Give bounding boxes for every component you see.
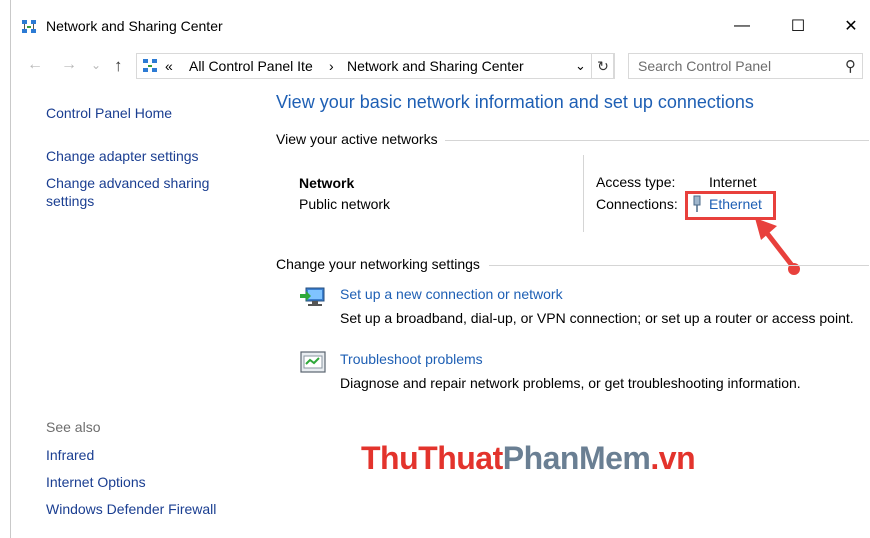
forward-arrow-icon[interactable]: → bbox=[61, 56, 77, 74]
breadcrumb-all-control-panel[interactable]: All Control Panel Ite bbox=[189, 58, 313, 74]
up-arrow-icon[interactable]: ↑ bbox=[114, 56, 123, 76]
internet-options-link[interactable]: Internet Options bbox=[46, 474, 146, 490]
see-also-heading: See also bbox=[46, 419, 101, 435]
network-type[interactable]: Public network bbox=[299, 196, 390, 212]
address-dropdown-icon[interactable]: ⌄ bbox=[575, 58, 586, 74]
control-panel-home-link[interactable]: Control Panel Home bbox=[46, 105, 172, 121]
search-box[interactable]: Search Control Panel ⚲ bbox=[628, 53, 863, 79]
watermark-part-1: ThuThuat bbox=[361, 440, 503, 476]
annotation-arrow-icon bbox=[755, 218, 800, 275]
close-button[interactable]: ✕ bbox=[831, 10, 870, 42]
close-icon: ✕ bbox=[844, 18, 858, 35]
navigation-bar: ← → ⌄ ↑ « All Control Panel Ite › Networ… bbox=[11, 50, 870, 84]
connections-label: Connections: bbox=[596, 196, 678, 212]
windows-defender-firewall-link[interactable]: Windows Defender Firewall bbox=[46, 501, 216, 517]
ethernet-connection-link[interactable]: Ethernet bbox=[709, 196, 762, 212]
watermark-part-3: .vn bbox=[650, 440, 696, 476]
minimize-icon: — bbox=[734, 17, 750, 34]
search-placeholder: Search Control Panel bbox=[638, 58, 772, 74]
change-settings-section-title: Change your networking settings bbox=[276, 256, 480, 272]
title-bar: Network and Sharing Center — ☐ ✕ bbox=[11, 0, 870, 48]
network-location-icon bbox=[143, 59, 157, 72]
address-bar[interactable]: « All Control Panel Ite › Network and Sh… bbox=[136, 53, 614, 79]
active-networks-section-title: View your active networks bbox=[276, 131, 438, 147]
breadcrumb-separator-icon[interactable]: › bbox=[329, 58, 334, 74]
infrared-link[interactable]: Infrared bbox=[46, 447, 94, 463]
change-adapter-settings-link[interactable]: Change adapter settings bbox=[46, 148, 199, 164]
recent-locations-chevron-icon[interactable]: ⌄ bbox=[91, 58, 101, 72]
troubleshoot-problems-link[interactable]: Troubleshoot problems bbox=[340, 351, 483, 367]
network-name: Network bbox=[299, 175, 355, 191]
maximize-icon: ☐ bbox=[790, 18, 806, 35]
watermark-part-2: PhanMem bbox=[502, 440, 651, 476]
breadcrumb-overflow[interactable]: « bbox=[165, 58, 173, 74]
back-arrow-icon[interactable]: ← bbox=[27, 56, 43, 74]
breadcrumb-network-sharing[interactable]: Network and Sharing Center bbox=[347, 58, 524, 74]
maximize-button[interactable]: ☐ bbox=[775, 10, 821, 42]
watermark-logo: ThuThuatPhanMem.vn bbox=[361, 440, 696, 477]
minimize-button[interactable]: — bbox=[719, 10, 765, 42]
network-sharing-center-window: Network and Sharing Center — ☐ ✕ ← → ⌄ ↑… bbox=[10, 0, 870, 538]
new-connection-icon bbox=[300, 287, 325, 306]
window-title: Network and Sharing Center bbox=[46, 18, 223, 34]
setup-connection-link[interactable]: Set up a new connection or network bbox=[340, 286, 563, 302]
troubleshoot-icon bbox=[300, 351, 326, 373]
page-heading: View your basic network information and … bbox=[276, 92, 754, 112]
section-divider-2 bbox=[489, 265, 869, 266]
access-type-label: Access type: bbox=[596, 174, 676, 190]
change-advanced-sharing-link[interactable]: Change advanced sharing bbox=[46, 175, 209, 191]
ethernet-plug-icon bbox=[693, 195, 701, 212]
search-icon: ⚲ bbox=[845, 58, 856, 75]
refresh-icon: ↻ bbox=[597, 57, 609, 74]
refresh-button[interactable]: ↻ bbox=[591, 53, 615, 79]
setup-connection-description: Set up a broadband, dial-up, or VPN conn… bbox=[340, 310, 854, 326]
troubleshoot-description: Diagnose and repair network problems, or… bbox=[340, 375, 801, 391]
section-divider bbox=[445, 140, 869, 141]
network-app-icon bbox=[22, 20, 36, 33]
network-divider bbox=[583, 155, 584, 232]
change-advanced-sharing-link-line2[interactable]: settings bbox=[46, 193, 94, 209]
access-type-value: Internet bbox=[709, 174, 757, 190]
